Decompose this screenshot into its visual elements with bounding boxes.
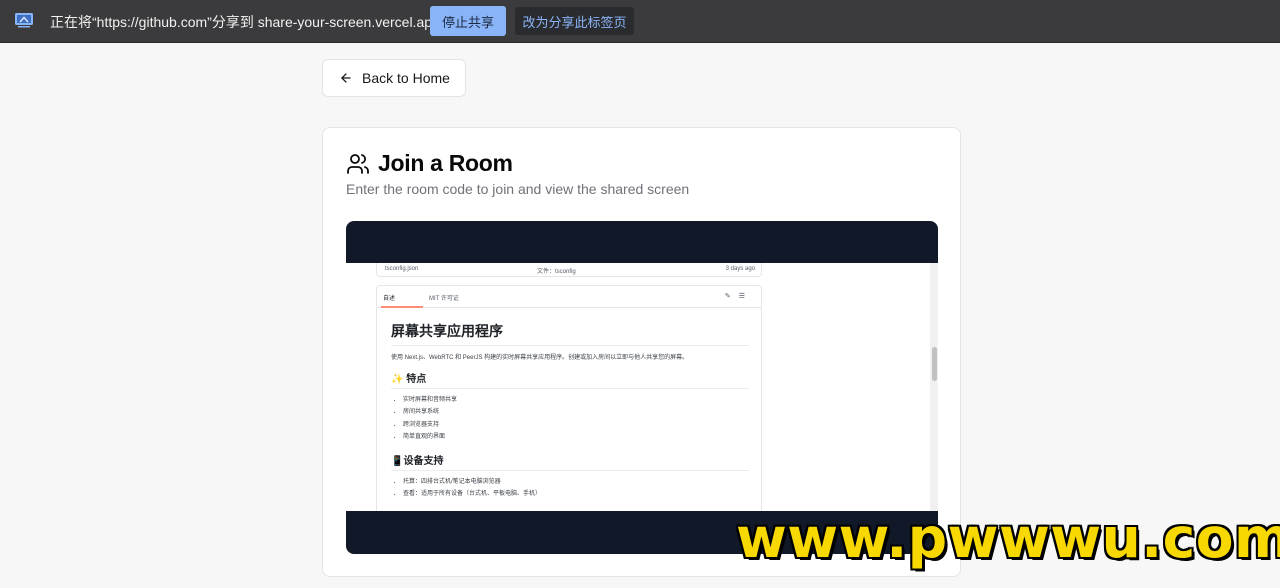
back-label: Back to Home: [362, 70, 450, 86]
scrollbar[interactable]: [930, 263, 938, 511]
features-list: 实时屏幕和音频共享 房间共享系统 跨浏览器支持 简单直观的界面: [391, 394, 749, 443]
list-item: 简单直观的界面: [403, 431, 749, 443]
features-heading: ✨ 特点: [391, 370, 749, 389]
share-message: 正在将“https://github.com”分享到 share-your-sc…: [50, 14, 440, 30]
readme-body: 屏幕共享应用程序 使用 Next.js、WebRTC 和 PeerJS 构建的实…: [391, 321, 749, 510]
list-item: 跨浏览器支持: [403, 419, 749, 431]
readme-intro: 使用 Next.js、WebRTC 和 PeerJS 构建的实时屏幕共享应用程序…: [391, 355, 689, 361]
back-to-home-button[interactable]: Back to Home: [322, 59, 466, 97]
commit-time: 3 days ago: [725, 266, 755, 272]
card-header: Join a Room: [346, 150, 513, 177]
list-item: 实时屏幕和音频共享: [403, 394, 749, 406]
card-title: Join a Room: [378, 150, 513, 176]
commit-message: 文件：tsconfig: [537, 269, 576, 275]
watermark: www.pwwwu.com: [736, 506, 1280, 570]
stop-sharing-button[interactable]: 停止共享: [430, 6, 506, 36]
tab-license: MIT 许可证: [429, 296, 459, 302]
list-item: 查看：适用于所有设备（台式机、平板电脑、手机）: [403, 488, 749, 500]
list-item: 托算：四排台式机/笔记本电脑浏览器: [403, 476, 749, 488]
readme-panel: 自述 MIT 许可证 ✎☰ 屏幕共享应用程序 使用 Next.js、WebRTC…: [376, 285, 762, 511]
list-item: 房间共享系统: [403, 406, 749, 418]
readme-title: 屏幕共享应用程序: [391, 321, 749, 346]
file-row: tsconfig.json 文件：tsconfig 3 days ago: [376, 263, 762, 277]
screen-share-icon: [15, 13, 33, 28]
users-icon: [347, 153, 369, 174]
share-this-tab-button[interactable]: 改为分享此标签页: [515, 7, 634, 35]
devices-heading: 📱设备支持: [391, 452, 749, 472]
shared-screen-video[interactable]: tsconfig.json 文件：tsconfig 3 days ago 自述 …: [346, 221, 938, 554]
devices-list: 托算：四排台式机/笔记本电脑浏览器 查看：适用于所有设备（台式机、平板电脑、手机…: [391, 476, 749, 501]
tab-underline: [381, 306, 423, 308]
scrollbar-thumb[interactable]: [932, 347, 937, 381]
file-name: tsconfig.json: [385, 266, 419, 272]
arrow-left-icon: [341, 73, 351, 83]
card-description: Enter the room code to join and view the…: [346, 181, 690, 197]
readme-tools-icon: ✎☰: [724, 293, 753, 300]
tab-readme: 自述: [383, 296, 396, 302]
readme-tabs: 自述 MIT 许可证 ✎☰: [377, 286, 761, 308]
shared-screen-content: tsconfig.json 文件：tsconfig 3 days ago 自述 …: [346, 263, 938, 511]
screen-share-bar: 正在将“https://github.com”分享到 share-your-sc…: [0, 0, 1280, 43]
